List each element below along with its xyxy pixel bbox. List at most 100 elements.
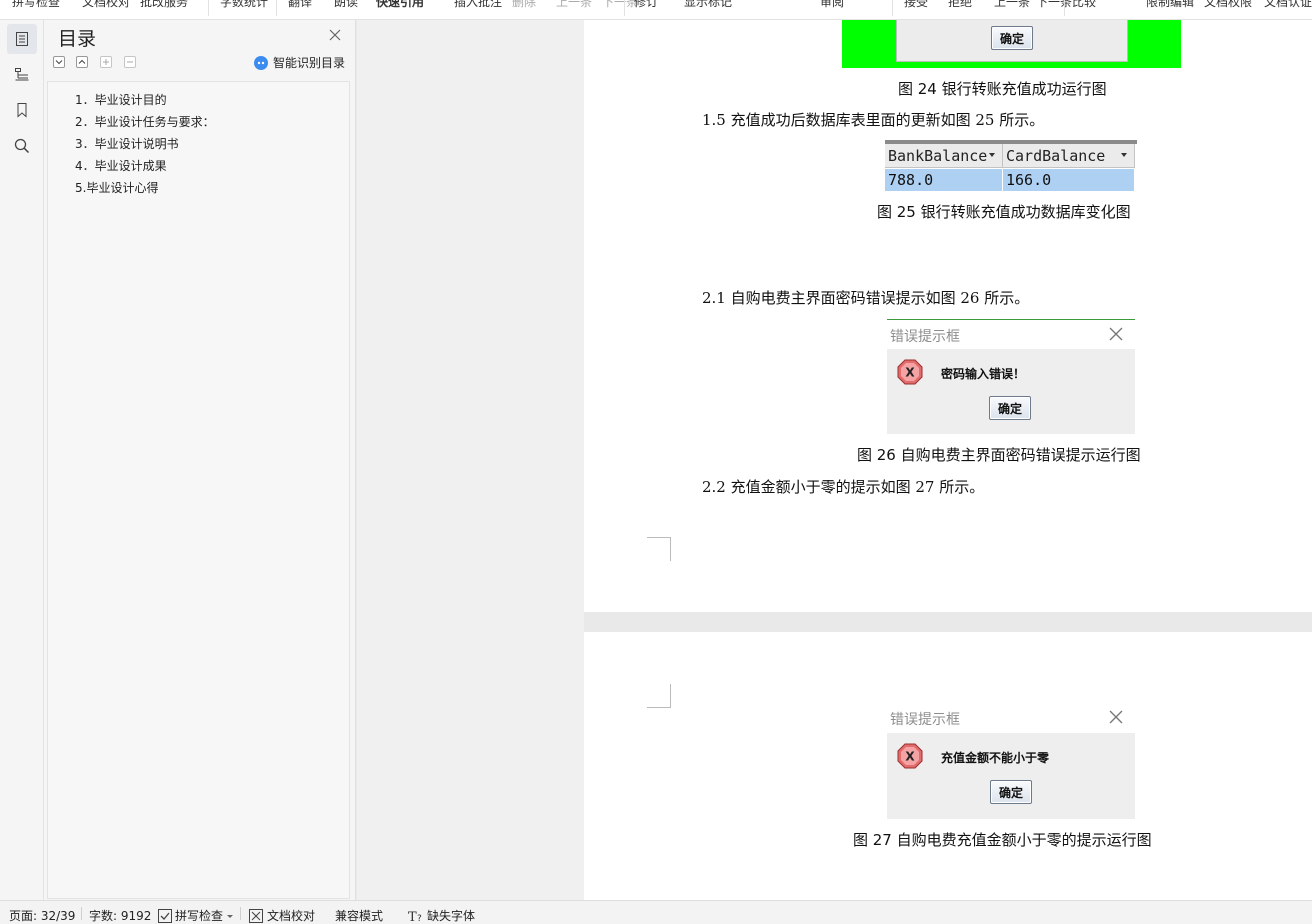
close-icon (1109, 327, 1123, 341)
smart-toc-button[interactable]: 智能识别目录 (254, 54, 345, 71)
word-count[interactable]: 字数: 9192 (89, 907, 151, 924)
db-column-header: BankBalance (885, 144, 1003, 168)
spell-check-status[interactable]: 拼写检查 (158, 907, 234, 924)
toc-item[interactable]: 4．毕业设计成果 (75, 157, 167, 174)
next-comment-tool[interactable]: 下一条 (602, 0, 638, 10)
status-bar: 页面: 32/39 字数: 9192 拼写检查 文档校对 兼容模式 T? 缺失字… (0, 900, 1312, 924)
word-count-tool[interactable]: 字数统计 (220, 0, 268, 10)
doc-permission-tool[interactable]: 文档权限 (1204, 0, 1252, 10)
doc-proof-status[interactable]: 文档校对 (249, 907, 315, 924)
status-separator (240, 907, 241, 920)
missing-font-status[interactable]: T? 缺失字体 (408, 907, 475, 924)
spell-check-tool[interactable]: 拼写检查 (12, 0, 60, 10)
accept-tool[interactable]: 接受 (904, 0, 928, 10)
fig26-caption: 图 26 自购电费主界面密码错误提示运行图 (857, 446, 1141, 464)
svg-text:X: X (905, 366, 915, 380)
expand-all-button[interactable] (76, 56, 88, 68)
translate-tool[interactable]: 翻译 (288, 0, 312, 10)
side-icon-rail (0, 20, 44, 900)
doc-proof-tool[interactable]: 文档校对 (82, 0, 130, 10)
db-cell: 166.0 (1003, 169, 1135, 191)
toc-icon (16, 32, 28, 46)
close-icon (1109, 710, 1123, 724)
review-tool[interactable]: 审阅 (820, 0, 844, 10)
db-cell: 788.0 (885, 169, 1003, 191)
reject-tool[interactable]: 拒绝 (948, 0, 972, 10)
compare-tool[interactable]: 比较 (1072, 0, 1096, 10)
doc-certify-tool[interactable]: 文档认证 (1264, 0, 1312, 10)
proof-icon (249, 908, 263, 923)
spell-check-label: 拼写检查 (175, 909, 224, 923)
dialog-ok-button: 确定 (990, 780, 1032, 804)
show-markup-tool[interactable]: 显示标记 (684, 0, 732, 10)
page-corner-mark (647, 537, 671, 561)
bookmark-button[interactable] (7, 95, 37, 125)
toc-item[interactable]: 5.毕业设计心得 (75, 179, 158, 196)
toolbar-separator (1064, 0, 1065, 16)
quick-cite-tool[interactable]: 快速引用 (376, 0, 424, 10)
nav-pane-button[interactable] (7, 59, 37, 89)
toolbar-separator (276, 0, 277, 16)
collapse-all-button[interactable] (53, 56, 65, 68)
db-column-header: CardBalance (1003, 144, 1135, 168)
toc-item[interactable]: 2．毕业设计任务与要求： (75, 113, 215, 130)
track-changes-tool[interactable]: 修订 (634, 0, 658, 10)
fig25-db-table: BankBalance CardBalance 788.0 166.0 (885, 140, 1137, 191)
fig27-error-dialog: 错误提示框 X 充值金额不能小于零 确定 (887, 702, 1135, 819)
paragraph-2-2: 2.2 充值金额小于零的提示如图 27 所示。 (702, 478, 985, 496)
prev-change-tool[interactable]: 上一条 (994, 0, 1030, 10)
fig27-caption: 图 27 自购电费充值金额小于零的提示运行图 (853, 831, 1152, 849)
fig24-caption: 图 24 银行转账充值成功运行图 (898, 80, 1107, 98)
dialog-body: X 充值金额不能小于零 确定 (887, 733, 1135, 819)
document-page[interactable]: 确定 图 24 银行转账充值成功运行图 1.5 充值成功后数据库表里面的更新如图… (584, 20, 1312, 612)
fig25-caption: 图 25 银行转账充值成功数据库变化图 (877, 203, 1131, 221)
fig24-ok-button: 确定 (991, 26, 1033, 50)
chevron-down-icon (227, 914, 234, 918)
svg-text:X: X (905, 750, 915, 764)
insert-comment-tool[interactable]: 插入批注 (454, 0, 502, 10)
page-corner-mark (647, 684, 671, 708)
toc-item[interactable]: 1．毕业设计目的 (75, 91, 167, 108)
dialog-body: X 密码输入错误！ 确定 (887, 349, 1135, 434)
svg-text:?: ? (417, 914, 422, 923)
delete-comment-tool[interactable]: 删除 (512, 0, 536, 10)
close-icon[interactable] (328, 28, 342, 42)
toc-panel-button[interactable] (7, 24, 37, 54)
toc-item[interactable]: 3．毕业设计说明书 (75, 135, 179, 152)
dropdown-caret-icon (989, 153, 995, 157)
db-header-label: BankBalance (888, 147, 988, 165)
remove-level-button[interactable] (124, 56, 136, 68)
document-canvas[interactable]: 确定 图 24 银行转账充值成功运行图 1.5 充值成功后数据库表里面的更新如图… (357, 20, 1312, 900)
page-indicator[interactable]: 页面: 32/39 (9, 907, 75, 924)
fig26-error-dialog: 错误提示框 X 密码输入错误！ 确定 (887, 319, 1135, 434)
bookmark-icon (17, 103, 27, 118)
chevron-up-icon (78, 59, 86, 64)
error-icon: X (897, 359, 923, 385)
read-aloud-tool[interactable]: 朗读 (334, 0, 358, 10)
error-icon: X (897, 743, 923, 769)
toc-list: 1．毕业设计目的 2．毕业设计任务与要求： 3．毕业设计说明书 4．毕业设计成果… (47, 81, 350, 899)
document-page[interactable]: 错误提示框 X 充值金额不能小于零 确定 图 27 自购电费充值金额小于零的提示… (584, 632, 1312, 900)
fig24-dialog: 确定 (896, 20, 1128, 62)
dialog-ok-button: 确定 (989, 396, 1031, 420)
svg-text:T: T (408, 910, 417, 923)
chevron-down-icon (55, 60, 63, 65)
add-level-button[interactable] (100, 56, 112, 68)
dialog-message: 密码输入错误！ (941, 367, 1026, 381)
dialog-title: 错误提示框 (890, 712, 960, 728)
canvas-gutter (357, 20, 584, 900)
prev-comment-tool[interactable]: 上一条 (556, 0, 592, 10)
dialog-message: 充值金额不能小于零 (941, 751, 1050, 765)
restrict-edit-tool[interactable]: 限制编辑 (1146, 0, 1194, 10)
minus-icon (127, 61, 133, 63)
status-separator (81, 907, 82, 920)
dropdown-caret-icon (1121, 153, 1127, 157)
toolbar-separator (624, 0, 625, 16)
search-icon (14, 138, 30, 154)
toc-title: 目录 (58, 28, 97, 50)
review-service-tool[interactable]: 批改服务 (140, 0, 188, 10)
next-change-tool[interactable]: 下一条 (1036, 0, 1072, 10)
compat-mode[interactable]: 兼容模式 (335, 907, 383, 924)
search-button[interactable] (7, 131, 37, 161)
font-icon: T? (408, 910, 422, 923)
